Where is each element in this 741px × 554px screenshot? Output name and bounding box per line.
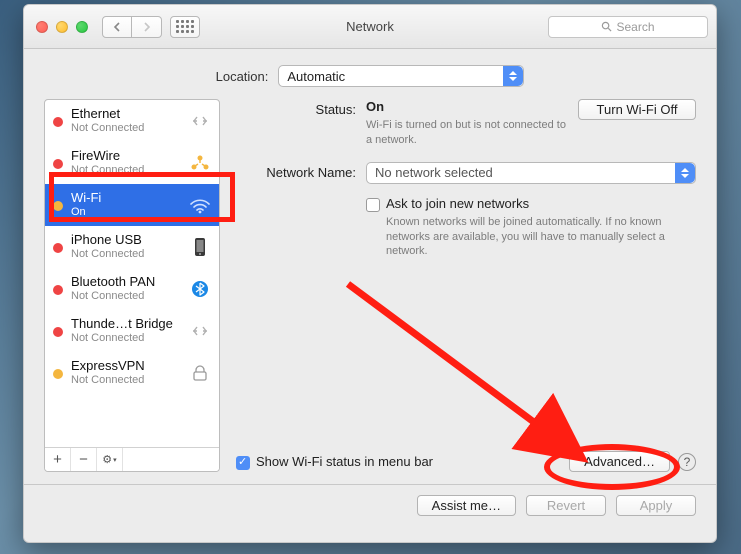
service-status: Not Connected	[71, 164, 179, 177]
sidebar-item-bluetooth-pan[interactable]: Bluetooth PAN Not Connected	[45, 268, 219, 310]
apply-button[interactable]: Apply	[616, 495, 696, 516]
help-button[interactable]: ?	[678, 453, 696, 471]
network-name-label: Network Name:	[236, 162, 366, 180]
service-status: Not Connected	[71, 332, 179, 345]
status-hint: Wi-Fi is turned on but is not connected …	[366, 118, 566, 148]
service-name: Thunde…t Bridge	[71, 317, 179, 332]
service-status: On	[71, 206, 179, 219]
add-service-button[interactable]: +	[45, 448, 71, 471]
remove-service-button[interactable]: −	[71, 448, 97, 471]
status-dot	[53, 369, 63, 379]
status-dot	[53, 243, 63, 253]
firewire-icon	[187, 153, 213, 173]
assist-me-button[interactable]: Assist me…	[417, 495, 516, 516]
iphone-icon	[187, 237, 213, 257]
network-preferences-window: Network Search Location: Automatic Ether…	[23, 4, 717, 543]
dropdown-arrows-icon	[503, 66, 523, 86]
minimize-window-button[interactable]	[56, 21, 68, 33]
status-dot	[53, 201, 63, 211]
bluetooth-icon	[187, 279, 213, 299]
turn-wifi-off-button[interactable]: Turn Wi-Fi Off	[578, 99, 696, 120]
wifi-icon	[187, 195, 213, 215]
service-name: Bluetooth PAN	[71, 275, 179, 290]
service-status: Not Connected	[71, 290, 179, 303]
show-menubar-checkbox[interactable]	[236, 456, 250, 470]
status-value: On	[366, 99, 566, 114]
ask-to-join-checkbox[interactable]	[366, 198, 380, 212]
network-name-value: No network selected	[375, 165, 493, 180]
sidebar-item-firewire[interactable]: FireWire Not Connected	[45, 142, 219, 184]
show-all-button[interactable]	[170, 16, 200, 38]
status-dot	[53, 327, 63, 337]
sidebar-item-iphone-usb[interactable]: iPhone USB Not Connected	[45, 226, 219, 268]
status-label: Status:	[236, 99, 366, 117]
service-name: Wi-Fi	[71, 191, 179, 206]
service-name: Ethernet	[71, 107, 179, 122]
body: Ethernet Not Connected FireWire Not Conn…	[24, 99, 716, 484]
service-status: Not Connected	[71, 248, 179, 261]
location-row: Location: Automatic	[24, 49, 716, 99]
close-window-button[interactable]	[36, 21, 48, 33]
footer: Assist me… Revert Apply	[24, 484, 716, 528]
status-dot	[53, 117, 63, 127]
service-name: FireWire	[71, 149, 179, 164]
titlebar: Network Search	[24, 5, 716, 49]
back-button[interactable]	[102, 16, 132, 38]
sidebar-item-thunderbolt-bridge[interactable]: Thunde…t Bridge Not Connected	[45, 310, 219, 352]
ask-to-join-label: Ask to join new networks	[386, 196, 696, 211]
show-menubar-label: Show Wi-Fi status in menu bar	[256, 454, 433, 469]
service-name: iPhone USB	[71, 233, 179, 248]
status-dot	[53, 159, 63, 169]
nav-group	[102, 16, 162, 38]
service-actions-button[interactable]: ⚙︎▾	[97, 448, 123, 471]
location-popup[interactable]: Automatic	[278, 65, 524, 87]
advanced-button[interactable]: Advanced…	[569, 451, 670, 472]
network-name-popup[interactable]: No network selected	[366, 162, 696, 184]
ask-to-join-hint: Known networks will be joined automatica…	[386, 215, 686, 260]
search-icon	[601, 21, 612, 32]
window-controls	[36, 21, 88, 33]
thunderbolt-icon	[187, 321, 213, 341]
sidebar-item-expressvpn[interactable]: ExpressVPN Not Connected	[45, 352, 219, 394]
forward-button[interactable]	[132, 16, 162, 38]
location-label: Location:	[216, 69, 269, 84]
search-field[interactable]: Search	[548, 16, 708, 38]
main-pane: Status: On Wi-Fi is turned on but is not…	[236, 99, 696, 472]
sidebar-footer: + − ⚙︎▾	[45, 447, 219, 471]
sidebar-item-ethernet[interactable]: Ethernet Not Connected	[45, 100, 219, 142]
gear-icon: ⚙︎	[102, 453, 112, 466]
status-dot	[53, 285, 63, 295]
ethernet-icon	[187, 111, 213, 131]
service-name: ExpressVPN	[71, 359, 179, 374]
service-status: Not Connected	[71, 122, 179, 135]
dropdown-arrows-icon	[675, 163, 695, 183]
location-value: Automatic	[287, 69, 345, 84]
service-list: Ethernet Not Connected FireWire Not Conn…	[44, 99, 220, 472]
revert-button[interactable]: Revert	[526, 495, 606, 516]
search-placeholder: Search	[616, 20, 654, 34]
service-status: Not Connected	[71, 374, 179, 387]
vpn-lock-icon	[187, 363, 213, 383]
zoom-window-button[interactable]	[76, 21, 88, 33]
grid-icon	[176, 20, 194, 33]
sidebar-item-wifi[interactable]: Wi-Fi On	[45, 184, 219, 226]
